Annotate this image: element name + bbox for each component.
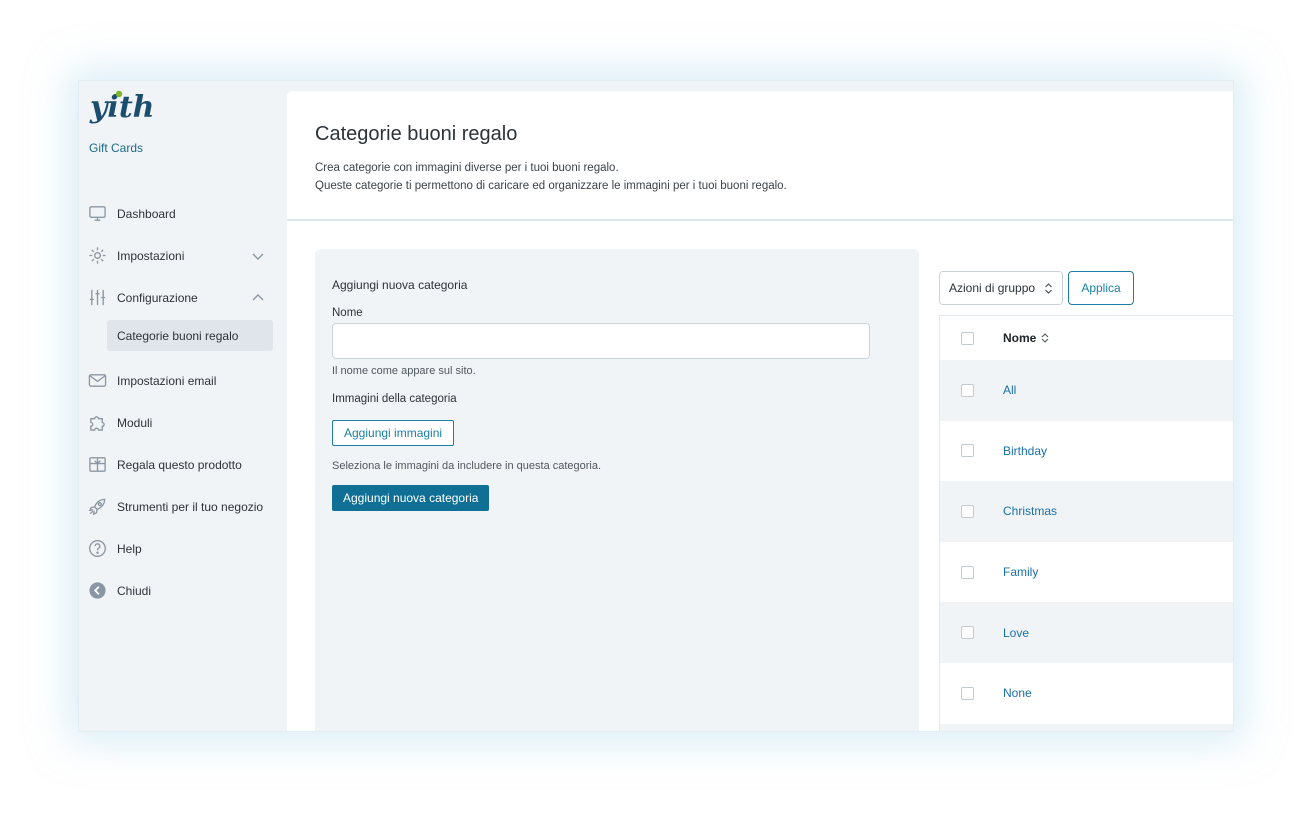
row-checkbox[interactable] [961,504,974,518]
name-label: Nome [332,307,363,319]
apply-button[interactable]: Applica [1068,271,1134,305]
select-arrows-icon [1045,283,1052,294]
puzzle-icon [90,416,105,431]
name-input[interactable] [332,323,870,359]
sliders-icon [89,289,106,306]
main-content: Categorie buoni regalo Crea categorie co… [287,91,1233,731]
gift-icon [89,457,106,472]
sidebar-item-regala-questo-prodotto[interactable]: Regala questo prodotto [79,444,287,486]
sidebar-item-impostazioni[interactable]: Impostazioni [79,235,287,277]
arrow-left-circle-icon [89,582,106,599]
sidebar-item-help[interactable]: Help [79,528,287,570]
category-link[interactable]: None [1003,686,1032,700]
row-checkbox[interactable] [961,383,974,397]
category-link[interactable]: Christmas [1003,504,1057,518]
brand-name: Gift Cards [89,141,144,155]
mail-icon [88,374,107,387]
table-row: Family [940,541,1233,603]
images-hint: Seleziona le immagini da includere in qu… [332,460,602,472]
sidebar-item-label: Strumenti per il tuo negozio [117,500,264,514]
sidebar-item-impostazioni-email[interactable]: Impostazioni email [79,360,287,402]
sidebar-item-chiudi[interactable]: Chiudi [79,570,287,612]
row-checkbox[interactable] [961,686,974,700]
sidebar-item-label: Categorie buoni regalo [117,328,239,343]
page-header: Categorie buoni regalo Crea categorie co… [287,91,1233,221]
row-checkbox[interactable] [961,626,974,640]
table-header: Nome [940,316,1233,360]
app-window: yith Gift Cards Dashboard Impostazioni C… [78,80,1234,732]
row-checkbox[interactable] [961,565,974,579]
table-row: Love [940,602,1233,663]
column-header-nome[interactable]: Nome [1003,331,1049,345]
sidebar-nav: Dashboard Impostazioni Configurazione Ca… [79,193,287,612]
bulk-actions-label: Azioni di gruppo [949,281,1036,295]
sidebar-item-label: Impostazioni [117,249,185,263]
table-row: All [940,360,1233,421]
sidebar-item-configurazione[interactable]: Configurazione [79,277,287,319]
yith-logo: yith [89,90,155,125]
sidebar-item-label: Configurazione [117,291,198,305]
sidebar-item-dashboard[interactable]: Dashboard [79,193,287,235]
row-checkbox[interactable] [961,444,974,458]
sidebar: yith Gift Cards Dashboard Impostazioni C… [79,81,287,731]
sidebar-item-label: Regala questo prodotto [117,458,242,472]
add-category-button[interactable]: Aggiungi nuova categoria [332,485,490,511]
category-link[interactable]: Love [1003,626,1029,640]
category-images-label: Immagini della categoria [332,393,457,405]
chevron-down-icon [252,253,264,260]
sidebar-subitem-categorie-buoni-regalo[interactable]: Categorie buoni regalo [107,320,273,351]
table-row: Birthday [940,420,1233,482]
sort-icon [1041,333,1049,343]
column-label: Nome [1003,331,1037,345]
page-description: Crea categorie con immagini diverse per … [315,159,787,195]
category-link[interactable]: All [1003,383,1016,397]
sidebar-item-label: Help [117,542,142,556]
rocket-icon [88,498,106,516]
sidebar-item-label: Chiudi [117,584,152,598]
form-title: Aggiungi nuova categoria [332,278,468,292]
category-link[interactable]: Birthday [1003,444,1047,458]
add-images-button[interactable]: Aggiungi immagini [332,420,455,446]
categories-table: Nome All Birthday Christmas Family Love … [939,315,1233,731]
description-line: Queste categorie ti permettono di carica… [315,180,787,192]
monitor-icon [89,206,106,221]
chevron-up-icon [252,294,264,301]
table-row: None [940,662,1233,724]
sidebar-item-strumenti[interactable]: Strumenti per il tuo negozio [79,486,287,528]
add-category-form: Aggiungi nuova categoria Nome Il nome co… [315,249,919,731]
sidebar-item-label: Moduli [117,416,153,430]
gear-icon [89,247,106,264]
bulk-actions-select[interactable]: Azioni di gruppo [939,271,1063,305]
page-title: Categorie buoni regalo [315,123,518,145]
category-link[interactable]: Family [1003,565,1038,579]
help-icon [89,540,106,557]
table-row [940,723,1233,731]
sidebar-item-label: Dashboard [117,207,176,221]
sidebar-item-label: Impostazioni email [117,374,217,388]
description-line: Crea categorie con immagini diverse per … [315,162,619,174]
table-row: Christmas [940,481,1233,542]
sidebar-item-moduli[interactable]: Moduli [79,402,287,444]
name-hint: Il nome come appare sul sito. [332,365,476,377]
select-all-checkbox[interactable] [961,331,974,345]
